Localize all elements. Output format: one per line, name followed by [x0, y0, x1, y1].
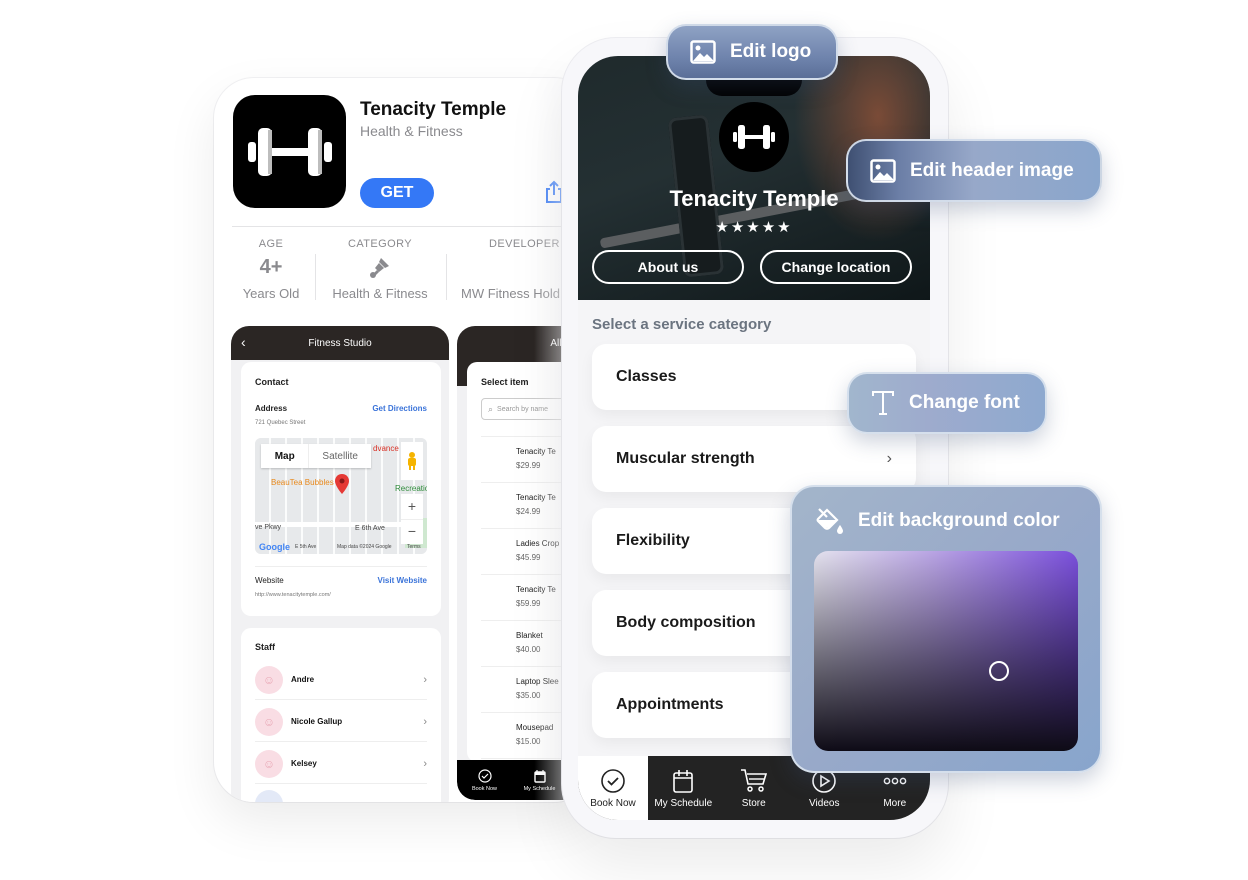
app-name: Tenacity Temple: [360, 99, 507, 120]
edit-header-image-button[interactable]: Edit header image: [846, 139, 1102, 202]
category-info: CATEGORY Health & Fitness: [332, 238, 428, 301]
staff-row[interactable]: ☺ Andre ›: [255, 660, 427, 700]
edit-logo-button[interactable]: Edit logo: [666, 24, 838, 80]
service-category-item[interactable]: Muscular strength ›: [592, 426, 916, 492]
zoom-in-button[interactable]: +: [401, 494, 423, 519]
section-title: Select a service category: [592, 316, 772, 333]
image-icon: [870, 158, 896, 183]
google-logo: Google: [259, 542, 290, 552]
staff-row[interactable]: ☺ Kelsey ›: [255, 744, 427, 784]
avatar: ☺: [255, 665, 283, 694]
back-icon: ‹: [241, 334, 246, 350]
terms-link[interactable]: Terms: [407, 544, 421, 550]
tab-my-schedule[interactable]: My Schedule: [648, 756, 719, 820]
tab-book-now[interactable]: Book Now: [457, 760, 512, 800]
chevron-right-icon: ›: [423, 715, 427, 728]
chevron-right-icon: ›: [886, 450, 892, 467]
text-font-icon: [871, 390, 895, 416]
edit-background-color-label: Edit background color: [858, 510, 1060, 531]
color-picker-handle[interactable]: [988, 661, 1009, 681]
divider: [232, 226, 576, 227]
background-color-panel: Edit background color: [790, 485, 1102, 773]
chevron-right-icon: ›: [423, 757, 427, 770]
check-circle-icon: [601, 768, 625, 793]
dumbbell-icon: [247, 127, 332, 176]
star-rating: ★★★★★: [715, 219, 793, 236]
app-icon: [233, 95, 346, 208]
paint-bucket-icon: [814, 507, 844, 535]
map-widget[interactable]: Map Satellite dvance BeauTea Bubbles Rec…: [255, 438, 427, 554]
app-category: Health & Fitness: [360, 123, 463, 139]
map-tab[interactable]: Map: [261, 444, 308, 468]
zoom-controls: + −: [401, 494, 423, 544]
age-rating: AGE 4+ Years Old: [242, 238, 300, 301]
image-icon: [690, 40, 716, 64]
dumbbell-icon: [733, 125, 775, 149]
divider: [315, 254, 316, 300]
color-picker-gradient[interactable]: [814, 551, 1078, 751]
avatar: [255, 790, 283, 802]
get-directions-link[interactable]: Get Directions: [372, 404, 427, 413]
screen-title: Fitness Studio: [308, 337, 372, 349]
avatar: ☺: [255, 707, 283, 736]
store-screenshot-contact[interactable]: ‹ Fitness Studio Contact Address Get Dir…: [231, 326, 449, 802]
contact-card: Contact Address Get Directions 721 Quebe…: [241, 362, 441, 616]
chevron-right-icon: ›: [423, 673, 427, 686]
tab-book-now[interactable]: Book Now: [578, 756, 648, 820]
change-font-button[interactable]: Change font: [847, 372, 1047, 434]
about-us-button[interactable]: About us: [592, 250, 744, 284]
map-pin-icon: [335, 474, 349, 494]
calendar-icon: [673, 769, 694, 793]
zoom-out-button[interactable]: −: [401, 519, 423, 544]
staff-card: Staff ☺ Andre › ☺ Nicole Gallup › ☺ Kels…: [241, 628, 441, 802]
paintbrush-icon: [370, 258, 389, 278]
check-circle-icon: [477, 768, 492, 783]
cart-icon: [740, 768, 767, 792]
map-type-toggle: Map Satellite: [261, 444, 371, 468]
map-poi: BeauTea Bubbles: [271, 478, 334, 487]
satellite-tab[interactable]: Satellite: [308, 444, 371, 468]
divider: [446, 254, 447, 300]
street-view-icon[interactable]: [401, 442, 423, 480]
staff-row[interactable]: ☺ Nicole Gallup ›: [255, 702, 427, 742]
search-icon: ⌕: [488, 403, 494, 414]
visit-website-link[interactable]: Visit Website: [378, 576, 428, 585]
get-button[interactable]: GET: [360, 178, 434, 208]
app-store-listing: Tenacity Temple Health & Fitness GET AGE…: [214, 78, 594, 802]
gym-logo[interactable]: [719, 102, 789, 172]
tab-store[interactable]: Store: [719, 756, 790, 820]
avatar: ☺: [255, 749, 283, 778]
change-location-button[interactable]: Change location: [760, 250, 912, 284]
